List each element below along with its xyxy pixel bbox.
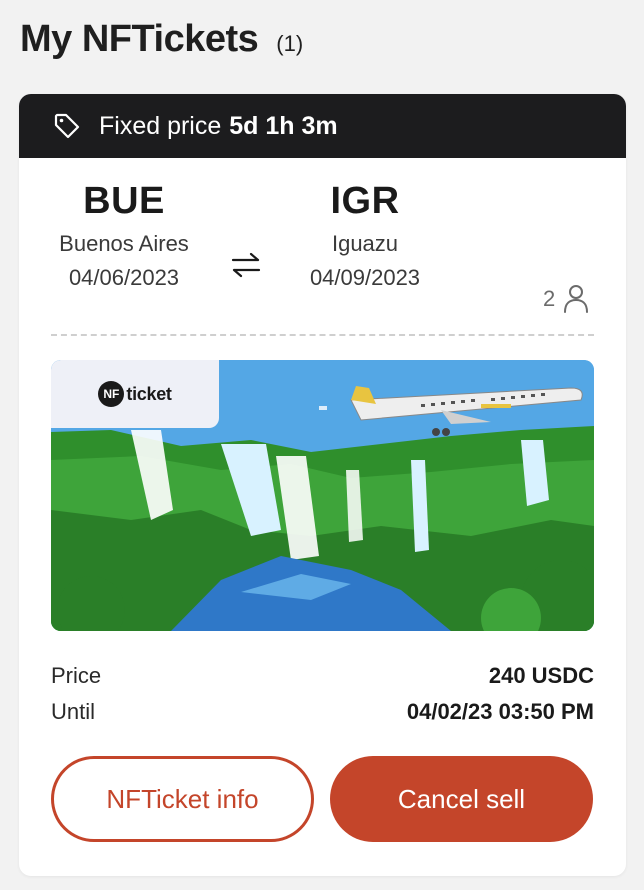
passenger-number: 2: [543, 286, 556, 311]
listing-type-label: Fixed price: [99, 111, 222, 140]
page-title: My NFTickets: [20, 18, 259, 60]
price-value: 240 USDC: [488, 663, 594, 688]
nfticket-logo: NF ticket: [51, 360, 219, 428]
ticket-count: (1): [276, 31, 304, 56]
destination-code: IGR: [330, 180, 400, 222]
until-value: 04/02/23 03:50 PM: [406, 699, 594, 724]
price-label: Price: [51, 663, 102, 688]
page-header: My NFTickets (1): [20, 18, 303, 61]
price-row: Price 240 USDC: [51, 658, 594, 694]
card-actions: NFTicket info Cancel sell: [51, 756, 593, 842]
time-left: 5d 1h 3m: [229, 111, 338, 140]
listing-details: Price 240 USDC Until 04/02/23 03:50 PM: [51, 658, 594, 730]
listing-banner: Fixed price 5d 1h 3m: [19, 94, 626, 158]
route-section: BUE Buenos Aires 04/06/2023 IGR Iguazu 0…: [19, 158, 626, 334]
logo-mark: NF: [98, 381, 125, 407]
passenger-count: 2: [543, 284, 589, 314]
destination-date: 04/09/2023: [309, 265, 421, 290]
ticket-artwork: NF ticket: [51, 360, 594, 631]
person-icon: [563, 284, 589, 314]
tag-icon: [53, 112, 81, 140]
origin-date: 04/06/2023: [68, 265, 180, 290]
cancel-sell-button[interactable]: Cancel sell: [330, 756, 593, 842]
origin-code: BUE: [83, 180, 165, 222]
logo-text: ticket: [126, 383, 172, 404]
until-label: Until: [51, 699, 96, 724]
destination: IGR Iguazu 04/09/2023: [289, 180, 441, 291]
dashed-divider: [51, 334, 594, 336]
nfticket-info-button[interactable]: NFTicket info: [51, 756, 314, 842]
origin: BUE Buenos Aires 04/06/2023: [49, 180, 199, 291]
origin-city: Buenos Aires: [59, 231, 189, 256]
destination-city: Iguazu: [331, 231, 399, 256]
ticket-card[interactable]: Fixed price 5d 1h 3m BUE Buenos Aires 04…: [19, 94, 626, 876]
until-row: Until 04/02/23 03:50 PM: [51, 694, 594, 730]
swap-arrows-icon: [229, 250, 263, 280]
